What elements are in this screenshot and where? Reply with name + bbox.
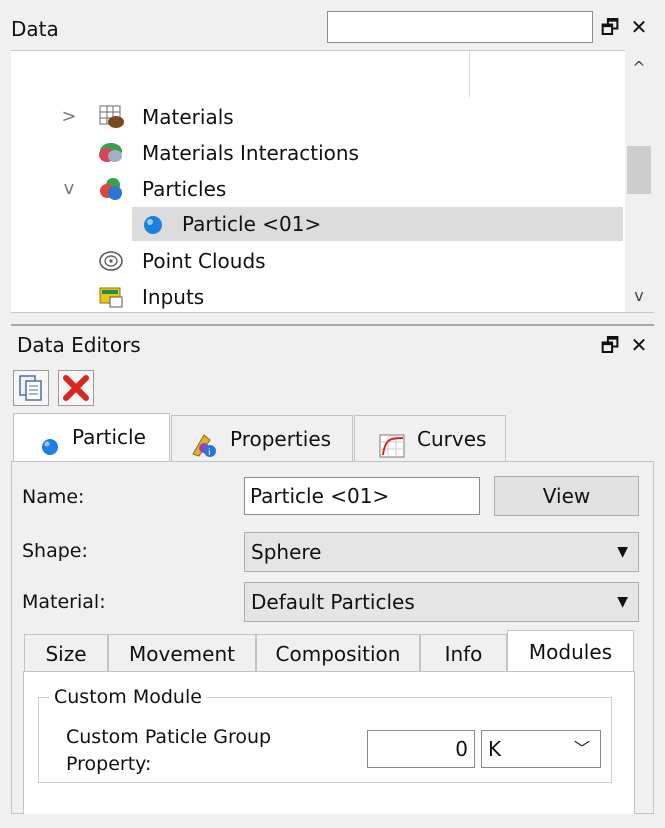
view-button[interactable]: View	[494, 476, 639, 516]
tree-item-particle-01[interactable]: Particle <01>	[132, 207, 623, 241]
unit-dropdown[interactable]: K ﹀	[481, 730, 601, 768]
tree-item-materials[interactable]: > Materials	[11, 100, 625, 134]
custom-property-label: Custom Paticle Group Property:	[66, 726, 272, 775]
close-panel-icon[interactable]: ✕	[627, 14, 651, 40]
tab-label: Particle	[72, 425, 146, 449]
tab-label: Properties	[230, 427, 332, 451]
subtab-size[interactable]: Size	[24, 634, 108, 672]
tree-item-inputs[interactable]: Inputs	[11, 280, 625, 312]
delete-icon	[63, 375, 89, 401]
collapse-arrow-icon[interactable]: v	[59, 172, 79, 206]
curves-icon	[379, 428, 405, 458]
custom-property-input[interactable]: 0	[367, 730, 475, 768]
delete-button[interactable]	[58, 370, 94, 406]
subtab-modules[interactable]: Modules	[507, 630, 634, 672]
particle-sphere-icon	[40, 427, 64, 455]
float-panel-icon[interactable]: 🗗	[598, 14, 622, 40]
expand-arrow-icon[interactable]: >	[59, 100, 79, 134]
tree-item-label: Particle <01>	[182, 212, 322, 236]
name-label: Name:	[22, 486, 85, 508]
data-editors-title: Data Editors	[17, 333, 141, 357]
tab-label: Curves	[417, 427, 487, 451]
properties-icon: i	[190, 428, 216, 458]
scroll-down-icon[interactable]: v	[625, 282, 653, 310]
data-panel: Data 🗗 ✕ ^ > Materials Materials Interac…	[0, 0, 665, 322]
dropdown-arrow-icon: ▼	[617, 544, 628, 560]
tab-particle[interactable]: Particle	[13, 413, 170, 462]
tab-curves[interactable]: Curves	[354, 415, 506, 461]
scroll-thumb[interactable]	[627, 146, 651, 194]
material-label: Material:	[22, 591, 106, 613]
tree-item-label: Materials	[142, 105, 234, 129]
material-value: Default Particles	[251, 590, 415, 614]
unit-value: K	[488, 737, 502, 761]
particles-icon	[98, 177, 124, 201]
data-editors-header: Data Editors 🗗 ✕	[11, 324, 654, 360]
inputs-icon	[98, 285, 124, 309]
float-panel-icon[interactable]: 🗗	[598, 332, 622, 358]
tree-item-label: Point Clouds	[142, 249, 266, 273]
close-panel-icon[interactable]: ✕	[627, 332, 651, 358]
data-panel-header: Data 🗗 ✕	[0, 8, 665, 50]
tree-scrollbar[interactable]: ^ v	[625, 50, 653, 312]
particle-sphere-icon	[142, 214, 168, 238]
copy-button[interactable]	[13, 370, 49, 406]
tree-item-label: Particles	[142, 177, 227, 201]
data-tree[interactable]: ^ > Materials Materials Interactions v P…	[11, 50, 625, 312]
divider	[11, 312, 654, 313]
shape-value: Sphere	[251, 540, 322, 564]
modules-panel: Custom Module Custom Paticle Group Prope…	[23, 671, 635, 814]
subtab-info[interactable]: Info	[420, 634, 507, 672]
materials-interactions-icon	[98, 141, 124, 165]
tab-properties[interactable]: i Properties	[171, 415, 353, 461]
shape-dropdown[interactable]: Sphere ▼	[244, 532, 639, 572]
tree-item-point-clouds[interactable]: Point Clouds	[11, 244, 625, 278]
materials-icon	[98, 105, 124, 129]
data-search-input[interactable]	[327, 11, 593, 43]
data-panel-title: Data	[11, 17, 59, 41]
tree-item-particles[interactable]: v Particles	[11, 172, 625, 206]
subtab-composition[interactable]: Composition	[256, 634, 420, 672]
name-input[interactable]: Particle <01>	[244, 477, 480, 515]
material-dropdown[interactable]: Default Particles ▼	[244, 582, 639, 622]
tree-item-materials-interactions[interactable]: Materials Interactions	[11, 136, 625, 170]
dropdown-arrow-icon: ▼	[617, 594, 628, 610]
column-separator[interactable]	[469, 51, 470, 97]
tree-item-label: Inputs	[142, 285, 205, 309]
subtab-movement[interactable]: Movement	[108, 634, 256, 672]
shape-label: Shape:	[22, 540, 88, 562]
point-clouds-icon	[98, 249, 124, 273]
chevron-down-icon: ﹀	[573, 739, 590, 758]
copy-icon	[19, 375, 42, 401]
custom-module-title: Custom Module	[50, 684, 206, 710]
scroll-up-icon[interactable]: ^	[625, 54, 653, 82]
svg-text:i: i	[208, 448, 211, 458]
sort-indicator[interactable]: ^	[231, 51, 246, 64]
tree-item-label: Materials Interactions	[142, 141, 359, 165]
